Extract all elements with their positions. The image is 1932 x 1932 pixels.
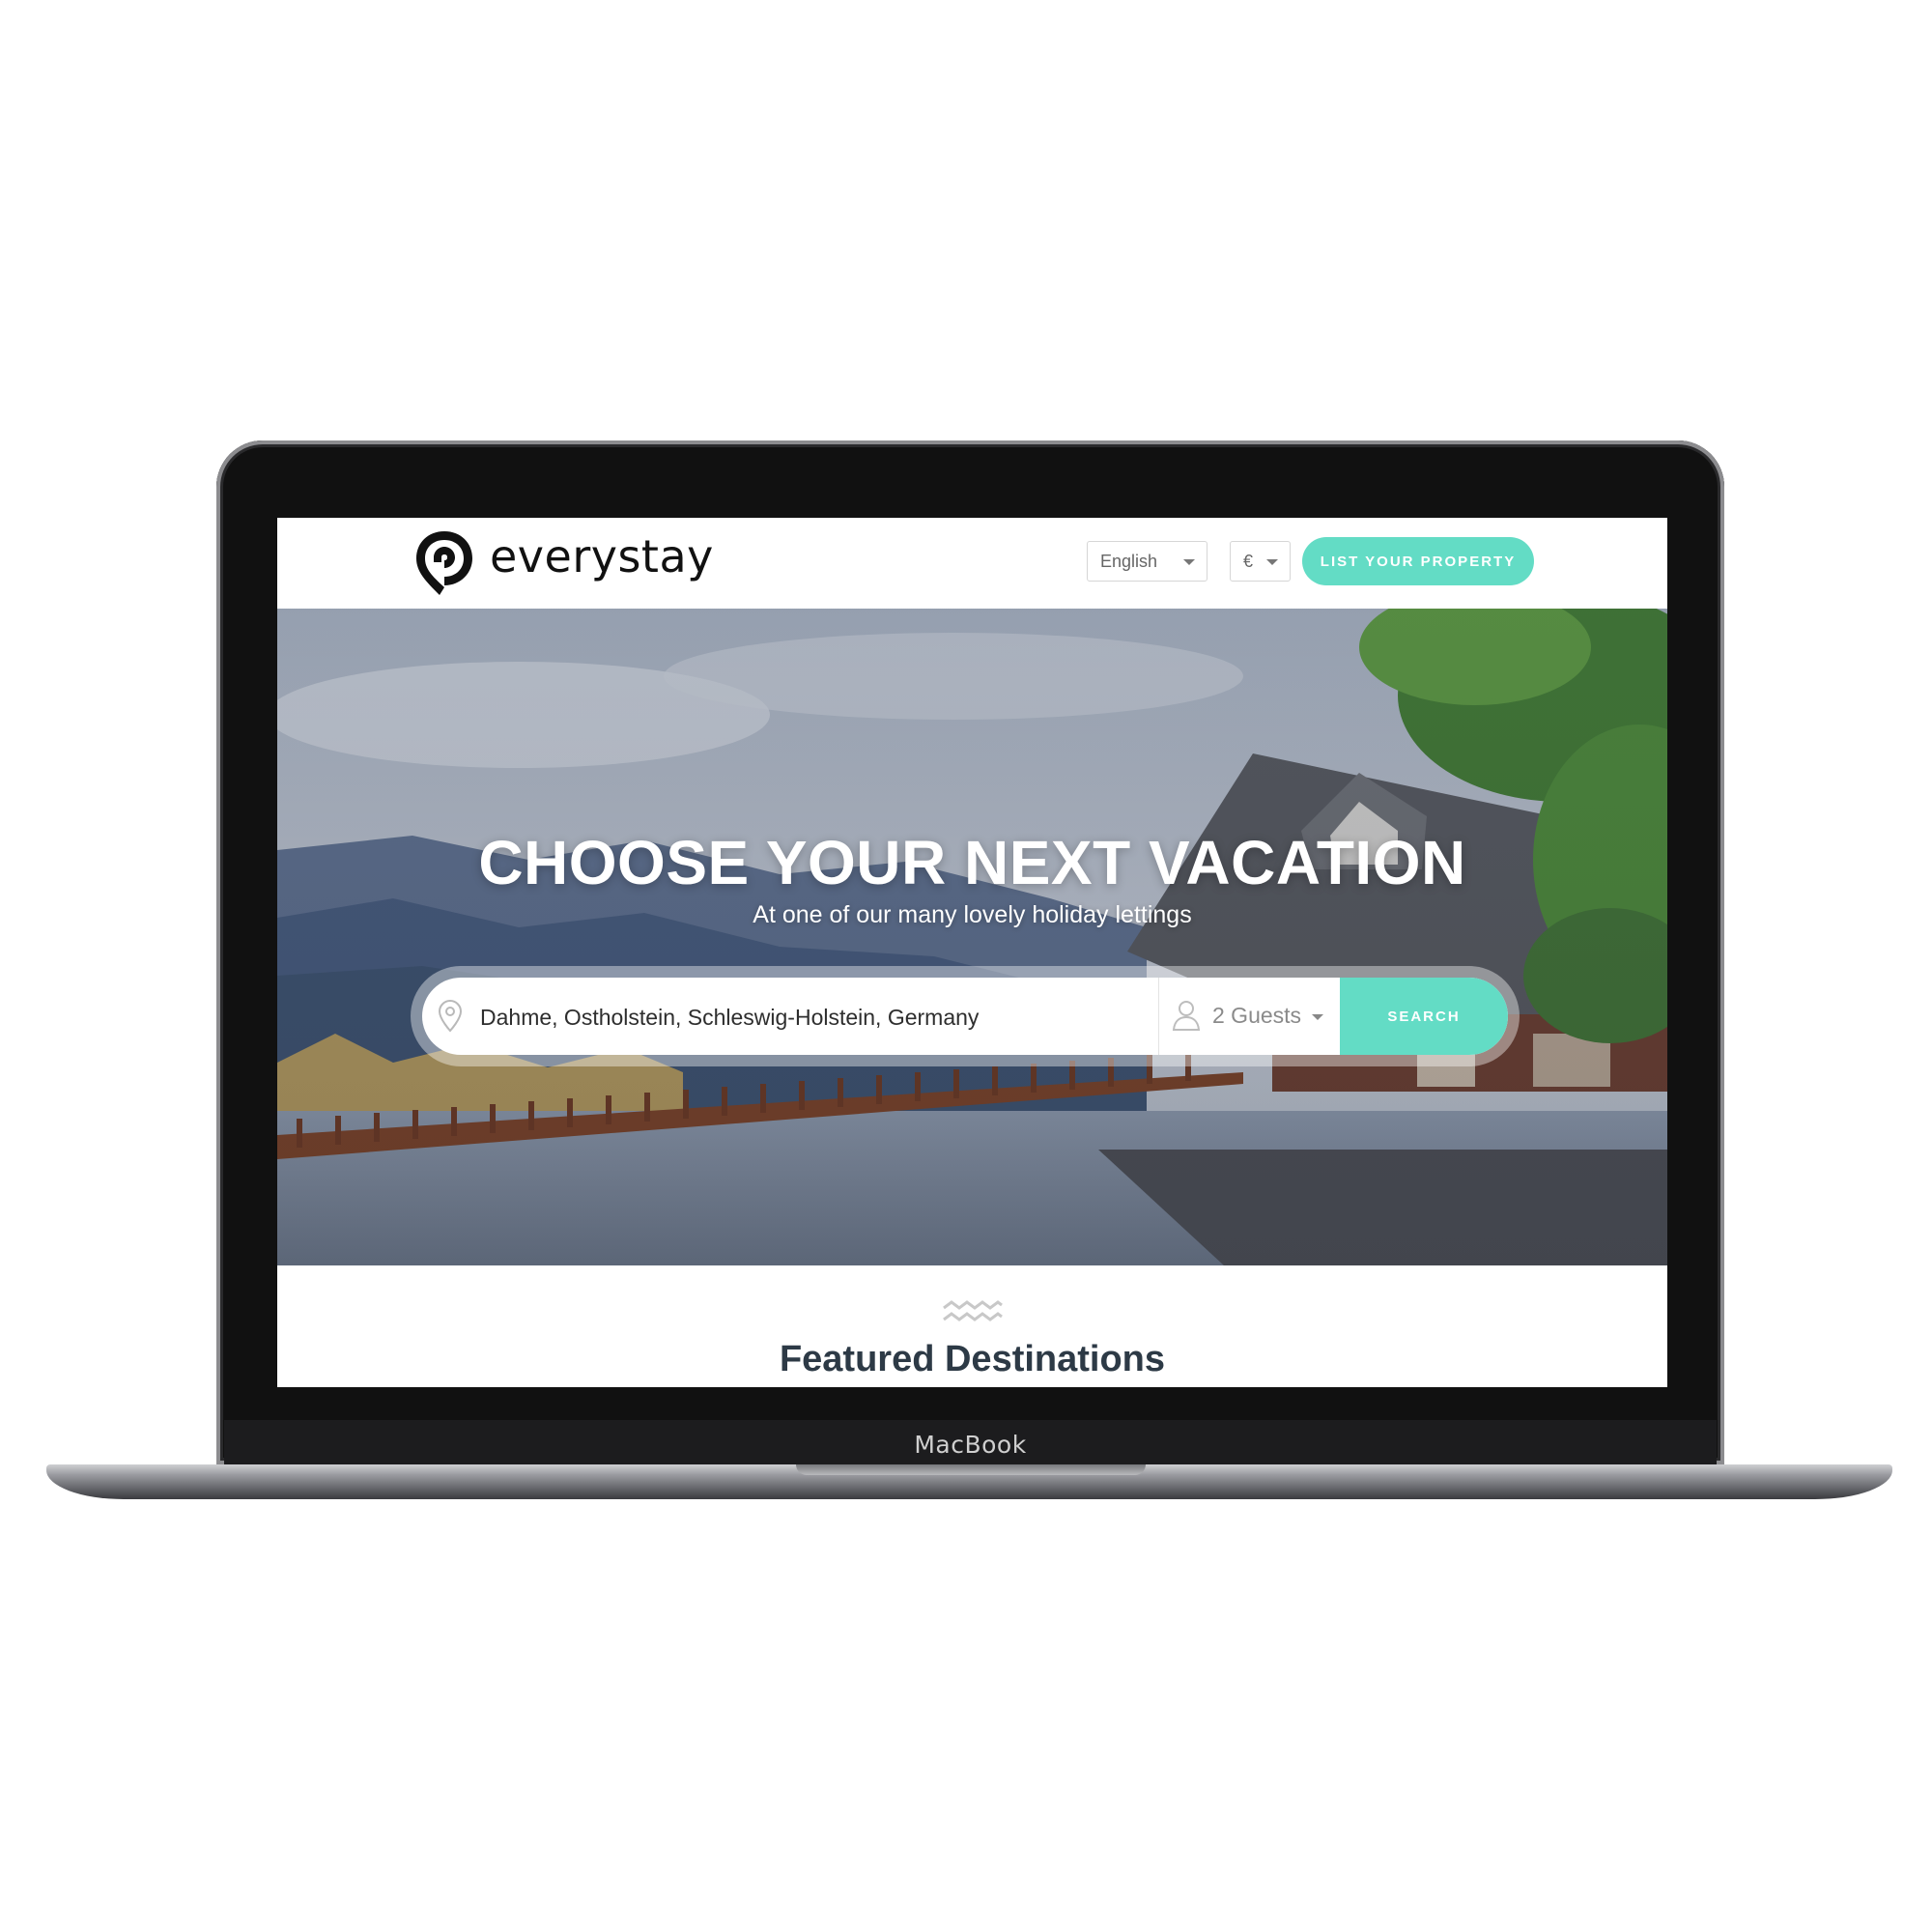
search-button[interactable]: SEARCH (1340, 978, 1508, 1055)
wave-icon (943, 1300, 1003, 1321)
hero-title: CHOOSE YOUR NEXT VACATION (478, 828, 1466, 897)
laptop-notch (796, 1464, 1146, 1475)
location-pin-icon (438, 999, 463, 1033)
featured-destinations-heading: Featured Destinations (779, 1339, 1166, 1379)
search-bar-container: 2 Guests SEARCH (411, 966, 1520, 1066)
laptop-chin: MacBook (224, 1420, 1717, 1468)
chevron-down-icon[interactable] (1312, 1014, 1323, 1020)
search-divider (1158, 978, 1159, 1055)
list-property-button[interactable]: LIST YOUR PROPERTY (1302, 537, 1534, 585)
currency-value: € (1243, 551, 1254, 571)
logo-wordmark[interactable]: everystay (490, 530, 714, 582)
hero-background-image (277, 609, 1667, 1265)
currency-select[interactable]: € (1230, 541, 1291, 582)
language-select[interactable]: English (1087, 541, 1208, 582)
chevron-down-icon (1183, 559, 1195, 565)
browser-screen: everystay English € LIST YOUR PROPERTY C… (277, 518, 1667, 1387)
language-value: English (1100, 551, 1158, 571)
hero-subtitle: At one of our many lovely holiday lettin… (753, 901, 1192, 928)
location-input[interactable] (478, 978, 1149, 1055)
guest-icon (1172, 1001, 1201, 1031)
logo-pin-icon[interactable] (412, 527, 476, 599)
search-bar: 2 Guests SEARCH (422, 978, 1508, 1055)
hero-banner: CHOOSE YOUR NEXT VACATION At one of our … (277, 609, 1667, 1265)
chevron-down-icon (1266, 559, 1278, 565)
guests-select[interactable]: 2 Guests (1212, 1003, 1301, 1029)
top-navigation: everystay English € LIST YOUR PROPERTY (277, 518, 1667, 609)
device-brand: MacBook (914, 1430, 1027, 1459)
